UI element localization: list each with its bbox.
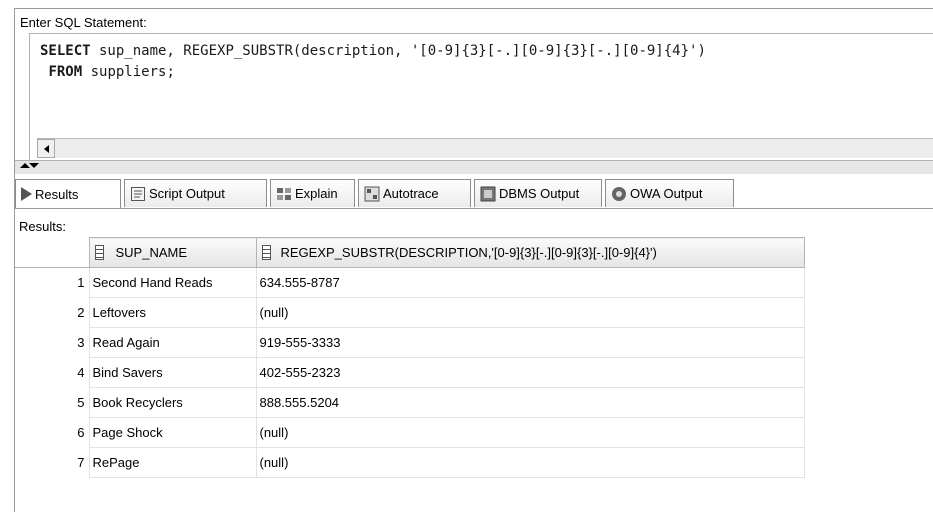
- column-header-sup-name[interactable]: SUP_NAME: [88, 237, 257, 268]
- results-grid: SUP_NAME REGEXP_SUBSTR(DESCRIPTION,'[0-9…: [15, 237, 805, 478]
- cell-sup-name[interactable]: Read Again: [88, 327, 257, 358]
- column-sort-icon: [94, 245, 104, 260]
- cell-sup-name[interactable]: Leftovers: [88, 297, 257, 328]
- tab-owa-output[interactable]: OWA Output: [605, 179, 734, 207]
- tab-results[interactable]: Results: [15, 179, 121, 208]
- keyword-from: FROM: [48, 64, 83, 80]
- keyword-select: SELECT: [40, 43, 91, 59]
- column-header-label: REGEXP_SUBSTR(DESCRIPTION,'[0-9]{3}[-.][…: [280, 245, 657, 260]
- tab-script-output[interactable]: Script Output: [124, 179, 267, 207]
- cell-sup-name[interactable]: Bind Savers: [88, 357, 257, 388]
- sql-line-1: sup_name, REGEXP_SUBSTR(description, '[0…: [90, 43, 706, 59]
- cell-phone[interactable]: 888.555.5204: [255, 387, 805, 418]
- column-sort-icon: [261, 245, 271, 260]
- row-number-header: [15, 237, 90, 268]
- row-number: 1: [15, 267, 90, 298]
- tab-script-output-label: Script Output: [149, 186, 225, 201]
- column-header-label: SUP_NAME: [115, 245, 188, 260]
- table-row[interactable]: 4 Bind Savers 402-555-2323: [15, 357, 805, 388]
- row-number: 2: [15, 297, 90, 328]
- expand-down-icon[interactable]: [29, 163, 39, 168]
- tab-autotrace-label: Autotrace: [383, 186, 439, 201]
- cell-phone[interactable]: 634.555-8787: [255, 267, 805, 298]
- dbms-icon: [480, 186, 496, 201]
- sql-line-2: suppliers;: [82, 64, 175, 80]
- output-tabs: Results Script Output Explain Autotrace: [15, 175, 933, 209]
- sql-worksheet-window: Enter SQL Statement: SELECT sup_name, RE…: [14, 8, 933, 512]
- editor-label: Enter SQL Statement:: [20, 15, 147, 30]
- row-number: 5: [15, 387, 90, 418]
- tab-dbms-output[interactable]: DBMS Output: [474, 179, 602, 207]
- split-pane-divider[interactable]: [15, 160, 933, 174]
- cell-phone[interactable]: (null): [255, 447, 805, 478]
- table-row[interactable]: 3 Read Again 919-555-3333: [15, 327, 805, 358]
- cell-phone[interactable]: (null): [255, 297, 805, 328]
- tab-results-label: Results: [35, 186, 79, 202]
- explain-icon: [277, 187, 291, 200]
- owa-icon: [612, 186, 626, 201]
- table-row[interactable]: 7 RePage (null): [15, 447, 805, 478]
- table-row[interactable]: 1 Second Hand Reads 634.555-8787: [15, 267, 805, 298]
- row-number: 7: [15, 447, 90, 478]
- cell-sup-name[interactable]: Second Hand Reads: [88, 267, 257, 298]
- tab-owa-output-label: OWA Output: [630, 186, 703, 201]
- table-row[interactable]: 5 Book Recyclers 888.555.5204: [15, 387, 805, 418]
- cell-phone[interactable]: 919-555-3333: [255, 327, 805, 358]
- scroll-left-button[interactable]: [37, 139, 55, 158]
- tab-dbms-output-label: DBMS Output: [499, 186, 580, 201]
- cell-phone[interactable]: (null): [255, 417, 805, 448]
- row-number: 4: [15, 357, 90, 388]
- row-number: 3: [15, 327, 90, 358]
- editor-horizontal-scrollbar[interactable]: [37, 138, 933, 158]
- tab-explain-label: Explain: [295, 186, 338, 201]
- results-label: Results:: [19, 219, 66, 234]
- cell-sup-name[interactable]: Page Shock: [88, 417, 257, 448]
- cell-sup-name[interactable]: Book Recyclers: [88, 387, 257, 418]
- cell-sup-name[interactable]: RePage: [88, 447, 257, 478]
- tab-explain[interactable]: Explain: [270, 179, 355, 207]
- sql-code[interactable]: SELECT sup_name, REGEXP_SUBSTR(descripti…: [40, 41, 706, 83]
- cell-phone[interactable]: 402-555-2323: [255, 357, 805, 388]
- autotrace-icon: [364, 186, 380, 201]
- chevron-left-icon: [43, 144, 49, 153]
- table-row[interactable]: 2 Leftovers (null): [15, 297, 805, 328]
- script-icon: [131, 186, 145, 201]
- tab-autotrace[interactable]: Autotrace: [358, 179, 471, 207]
- table-row[interactable]: 6 Page Shock (null): [15, 417, 805, 448]
- play-icon: [21, 187, 32, 201]
- column-header-regexp-substr[interactable]: REGEXP_SUBSTR(DESCRIPTION,'[0-9]{3}[-.][…: [255, 237, 805, 268]
- row-number: 6: [15, 417, 90, 448]
